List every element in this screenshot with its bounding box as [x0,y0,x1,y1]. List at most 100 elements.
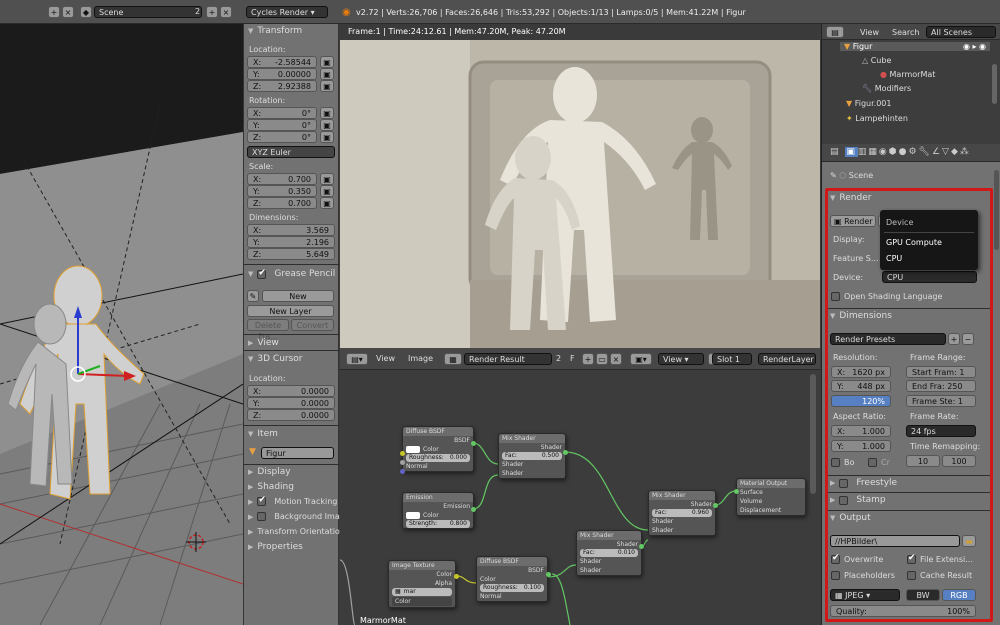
res-x-field[interactable]: X: 1620 px [831,366,891,378]
gp-delete-button[interactable]: Delete Fra... [247,319,289,341]
node-mix-shader-1[interactable]: Mix Shader Shader Fac: 0.500 Shader Shade… [498,433,566,479]
stamp-panel-header[interactable]: ▶ Stamp [830,495,886,505]
strength-field[interactable]: Strength: 0.800 [406,520,470,528]
file-extensions-checkbox[interactable] [907,553,916,564]
node-material-output[interactable]: Material Output Surface Volume Displacem… [736,478,806,516]
node-diffuse-bsdf-1[interactable]: Diffuse BSDF BSDF Color Roughness: 0.000 … [402,426,474,472]
socket[interactable] [546,572,551,577]
outliner-scrollbar[interactable] [992,64,997,104]
color-space-select[interactable]: Color [392,597,452,606]
socket[interactable] [563,450,568,455]
cache-result-row[interactable]: Cache Result [907,571,972,580]
node-editor[interactable]: Diffuse BSDF BSDF Color Roughness: 0.000 … [340,370,820,625]
socket[interactable] [471,507,476,512]
motion-tracking-checkbox[interactable] [257,495,267,506]
pencil-icon[interactable]: ✎ [247,290,259,302]
gp-new-layer-button[interactable]: New Layer [247,305,334,317]
socket[interactable] [454,574,459,579]
lock-scale-x-icon[interactable]: ▣ [320,173,334,185]
outliner-item-modifiers[interactable]: 🔧︎ Modifiers [862,84,911,93]
background-images-checkbox[interactable] [257,512,267,521]
loc-y-field[interactable]: Y: 0.00000 [247,68,317,80]
loc-z-field[interactable]: Z: 2.92388 [247,80,317,92]
outliner-search-menu[interactable]: Search [892,28,919,37]
outliner-item-lampehinten[interactable]: ✦ Lampehinten [846,114,908,123]
unlink-image-icon[interactable]: × [610,353,622,365]
dim-y-field[interactable]: Y: 2.196 [247,236,335,248]
grease-pencil-header[interactable]: ▼ Grease Pencil [248,268,335,280]
overwrite-row[interactable]: Overwrite [831,553,883,564]
cursor-z-field[interactable]: Z: 0.0000 [247,409,335,421]
frame-step-field[interactable]: Frame Ste: 1 [906,395,976,407]
outliner-item-cube[interactable]: △ Cube [862,56,891,65]
rgb-button[interactable]: RGB [942,589,976,601]
render-engine-select[interactable]: Cycles Render ▾ [246,6,328,18]
properties-scrollbar[interactable] [994,170,999,250]
scale-y-field[interactable]: Y: 0.350 [247,185,317,197]
outliner-view-menu[interactable]: View [860,28,879,37]
outliner-item-figur[interactable]: ▼ Figur ◉ ▸ ◉ [840,42,990,51]
lock-scale-y-icon[interactable]: ▣ [320,185,334,197]
view-header[interactable]: ▶ View [248,338,279,348]
cache-result-checkbox[interactable] [907,571,916,580]
node-diffuse-bsdf-2[interactable]: Diffuse BSDF BSDF Color Roughness: 0.100 … [476,556,548,602]
fac-field[interactable]: Fac: 0.960 [652,509,712,517]
color-swatch[interactable] [406,446,420,453]
gp-new-button[interactable]: New [262,290,334,302]
rot-y-field[interactable]: Y: 0° [247,119,317,131]
lock-loc-x-icon[interactable]: ▣ [320,56,334,68]
crop-checkbox-row[interactable]: Cr [868,458,890,467]
rotation-mode-select[interactable]: XYZ Euler [247,146,335,158]
stamp-checkbox[interactable] [839,495,849,505]
scene-field[interactable]: Scene [94,6,202,18]
viewport-3d[interactable] [0,24,243,625]
freestyle-checkbox[interactable] [839,478,849,488]
osl-checkbox-row[interactable]: Open Shading Language [831,292,942,301]
dropdown-option-cpu[interactable]: CPU [886,254,902,263]
gp-convert-button[interactable]: Convert [291,319,334,331]
render-result-area[interactable]: Frame:1 | Time:24:12.61 | Mem:47.20M, Pe… [340,24,820,348]
res-percent-field[interactable]: 120% [831,395,891,407]
lock-rot-y-icon[interactable]: ▣ [320,119,334,131]
fake-user-toggle[interactable]: F [570,354,575,363]
roughness-field[interactable]: Roughness: 0.000 [406,454,470,462]
visibility-icon[interactable]: ◉ ▸ ◉ [963,42,986,51]
overwrite-checkbox[interactable] [831,553,840,564]
osl-checkbox[interactable] [831,292,840,301]
remove-preset-icon[interactable]: − [962,333,974,345]
item-name-field[interactable]: Figur [261,447,334,459]
cursor-x-field[interactable]: X: 0.0000 [247,385,335,397]
frame-start-field[interactable]: Start Fram: 1 [906,366,976,378]
background-images-header[interactable]: ▶ Background Images [248,512,354,521]
lock-loc-y-icon[interactable]: ▣ [320,68,334,80]
slot-field[interactable]: Slot 1 [712,353,752,365]
freestyle-panel-header[interactable]: ▶ Freestyle [830,478,897,488]
outliner-item-marmormat[interactable]: ● MarmorMat [880,70,935,79]
loc-x-field[interactable]: X: -2.58544 [247,56,317,68]
border-checkbox-row[interactable]: Bo [831,458,854,467]
roughness-field[interactable]: Roughness: 0.100 [480,584,544,592]
res-y-field[interactable]: Y: 448 px [831,380,891,392]
cursor-y-field[interactable]: Y: 0.0000 [247,397,335,409]
transform-orientations-header[interactable]: ▶ Transform Orientations [248,527,349,536]
transform-header[interactable]: ▼ Transform [248,26,302,36]
add-scene-icon[interactable]: + [206,6,218,18]
crop-checkbox[interactable] [868,458,877,467]
file-format-select[interactable]: ▦ JPEG ▾ [830,589,900,601]
render-layer-field[interactable]: RenderLayer [758,353,816,365]
shading-header[interactable]: ▶ Shading [248,482,294,492]
output-panel-header[interactable]: ▼ Output [830,513,871,523]
node-image-texture[interactable]: Image Texture Color Alpha ▦ mar Color [388,560,456,608]
quality-field[interactable]: Quality: 100% [830,605,976,617]
dim-z-field[interactable]: Z: 5.649 [247,248,335,260]
color-swatch[interactable] [406,512,420,519]
lock-rot-z-icon[interactable]: ▣ [320,131,334,143]
fps-select[interactable]: 24 fps [906,425,976,437]
socket[interactable] [713,503,718,508]
socket[interactable] [400,460,405,465]
bw-button[interactable]: BW [906,589,940,601]
node-editor-scrollbar[interactable] [810,374,816,494]
file-extensions-row[interactable]: File Extensi... [907,553,973,564]
display-header[interactable]: ▶ Display [248,467,291,477]
placeholders-row[interactable]: Placeholders [831,571,895,580]
